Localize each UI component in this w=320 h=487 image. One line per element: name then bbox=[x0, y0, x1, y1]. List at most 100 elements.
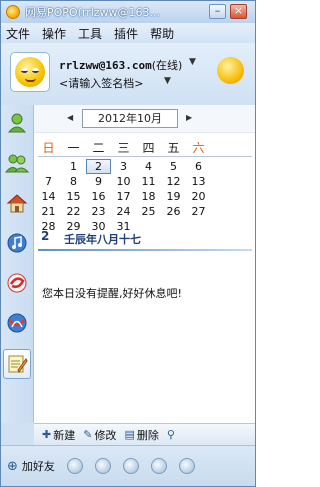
calendar-day[interactable]: 20 bbox=[186, 189, 211, 204]
next-month-icon[interactable]: ▶ bbox=[186, 113, 192, 122]
popo-window: 网易POPO(rrlzww@163... – × 文件 操作 工具 插件 帮助 … bbox=[0, 0, 256, 487]
calendar-day[interactable]: 7 bbox=[36, 174, 61, 189]
weekday-header: 日 一 二 三 四 五 六 bbox=[34, 139, 255, 155]
calendar-day[interactable]: 4 bbox=[136, 159, 161, 174]
sun-status-icon[interactable] bbox=[217, 57, 244, 84]
sidebar-calendar-button[interactable] bbox=[3, 349, 31, 379]
calendar-day[interactable]: 10 bbox=[111, 174, 136, 189]
red-swirl-icon bbox=[7, 273, 27, 293]
smiley-face-icon bbox=[15, 57, 45, 87]
account-email: rrlzww@163.com bbox=[59, 59, 152, 72]
add-friend-button[interactable]: ⊕ 加好友 bbox=[7, 458, 55, 474]
window-title: 网易POPO(rrlzww@163... bbox=[25, 6, 161, 19]
calendar-day[interactable]: 5 bbox=[161, 159, 186, 174]
calendar-day[interactable]: 16 bbox=[86, 189, 111, 204]
new-event-button[interactable]: ✚ 新建 bbox=[42, 427, 75, 443]
calendar-day[interactable]: 13 bbox=[186, 174, 211, 189]
lunar-divider bbox=[38, 249, 252, 251]
calendar-day[interactable]: 27 bbox=[186, 204, 211, 219]
weekday-mon: 一 bbox=[67, 141, 80, 155]
calendar-day[interactable]: 26 bbox=[161, 204, 186, 219]
weekday-thu: 四 bbox=[142, 141, 155, 155]
settings-gear-icon[interactable] bbox=[66, 458, 83, 474]
menu-help[interactable]: 帮助 bbox=[150, 25, 174, 42]
reminder-note: 您本日没有提醒,好好休息吧! bbox=[42, 287, 182, 300]
close-button[interactable]: × bbox=[230, 4, 247, 19]
weekday-tue: 二 bbox=[92, 141, 105, 155]
weekday-sat: 六 bbox=[192, 141, 205, 155]
month-selector[interactable]: 2012年10月 bbox=[82, 109, 178, 128]
calendar-day[interactable]: 12 bbox=[161, 174, 186, 189]
account-name: rrlzww@163.com(在线) bbox=[59, 57, 182, 73]
signature-dropdown-icon[interactable]: ▼ bbox=[164, 76, 171, 86]
menu-icon[interactable] bbox=[178, 458, 195, 474]
selected-day-number: 2 bbox=[41, 229, 50, 243]
calendar-day[interactable]: 22 bbox=[61, 204, 86, 219]
status-dropdown-icon[interactable]: ▼ bbox=[189, 57, 196, 67]
sidebar-home-button[interactable] bbox=[5, 191, 29, 215]
eye-icon bbox=[21, 68, 28, 73]
prev-month-icon[interactable]: ◀ bbox=[67, 113, 73, 122]
calendar-day[interactable]: 18 bbox=[136, 189, 161, 204]
calendar-day[interactable]: 17 bbox=[111, 189, 136, 204]
month-navigator: ◀ 2012年10月 ▶ bbox=[34, 105, 255, 133]
calendar-day[interactable]: 14 bbox=[36, 189, 61, 204]
avatar[interactable] bbox=[10, 52, 50, 92]
calendar-day[interactable]: 23 bbox=[86, 204, 111, 219]
plus-icon: ✚ bbox=[42, 428, 52, 441]
delete-event-button[interactable]: ▤ 删除 bbox=[124, 427, 158, 443]
calendar-day[interactable]: 1 bbox=[61, 159, 86, 174]
signature-field[interactable]: <请输入签名档> bbox=[59, 75, 143, 91]
group-icon bbox=[5, 154, 29, 173]
mouth-icon bbox=[25, 78, 36, 82]
smile-icon[interactable] bbox=[94, 458, 111, 474]
edit-event-button[interactable]: ✎ 修改 bbox=[83, 427, 116, 443]
left-sidebar bbox=[1, 105, 33, 423]
calendar-day[interactable]: 21 bbox=[36, 204, 61, 219]
calendar-day[interactable]: 24 bbox=[111, 204, 136, 219]
menu-tools[interactable]: 工具 bbox=[78, 25, 102, 42]
weekday-sun: 日 bbox=[42, 141, 55, 155]
calendar-day[interactable]: 19 bbox=[161, 189, 186, 204]
person-icon bbox=[7, 113, 27, 133]
calendar-action-bar: ✚ 新建 ✎ 修改 ▤ 删除 ⚲ bbox=[34, 423, 255, 445]
calendar-day-today[interactable]: 2 bbox=[86, 159, 111, 174]
edit-label: 修改 bbox=[94, 428, 117, 442]
calendar-day[interactable]: 8 bbox=[61, 174, 86, 189]
sidebar-mail-button[interactable] bbox=[5, 271, 29, 295]
menu-plugins[interactable]: 插件 bbox=[114, 25, 138, 42]
online-status[interactable]: (在线) bbox=[152, 59, 183, 72]
sidebar-groups-button[interactable] bbox=[5, 151, 29, 175]
sidebar-music-button[interactable] bbox=[5, 231, 29, 255]
calendar-day[interactable]: 3 bbox=[111, 159, 136, 174]
profile-panel: rrlzww@163.com(在线) ▼ <请输入签名档> ▼ bbox=[1, 43, 255, 105]
minimize-button[interactable]: – bbox=[209, 4, 226, 19]
calendar-panel: ◀ 2012年10月 ▶ 日 一 二 三 四 五 六 1 2 3 4 5 6 7 8 9 10 11… bbox=[33, 105, 255, 423]
footer-bar: ⊕ 加好友 bbox=[1, 445, 255, 486]
menu-bar: 文件 操作 工具 插件 帮助 bbox=[1, 23, 255, 43]
house-icon bbox=[6, 194, 28, 213]
add-friend-label: 加好友 bbox=[21, 460, 55, 473]
magnifier-plus-icon: ⊕ bbox=[7, 458, 18, 474]
trash-icon: ▤ bbox=[124, 428, 135, 441]
menu-operate[interactable]: 操作 bbox=[42, 25, 66, 42]
notepad-pencil-icon bbox=[8, 355, 28, 373]
calendar-day[interactable]: 15 bbox=[61, 189, 86, 204]
message-icon[interactable] bbox=[150, 458, 167, 474]
calendar-day[interactable]: 6 bbox=[186, 159, 211, 174]
weekday-fri: 五 bbox=[167, 141, 180, 155]
lunar-date: 壬辰年八月十七 bbox=[64, 233, 141, 246]
calendar-day[interactable]: 25 bbox=[136, 204, 161, 219]
globe-swirl-icon bbox=[7, 313, 27, 333]
calendar-day[interactable]: 11 bbox=[136, 174, 161, 189]
calendar-day[interactable]: 9 bbox=[86, 174, 111, 189]
eye-icon bbox=[32, 68, 39, 73]
music-icon bbox=[7, 233, 27, 253]
search-event-button[interactable]: ⚲ bbox=[167, 428, 177, 441]
menu-file[interactable]: 文件 bbox=[6, 25, 30, 42]
sidebar-contacts-button[interactable] bbox=[5, 111, 29, 135]
delete-label: 删除 bbox=[136, 428, 159, 442]
speaker-icon[interactable] bbox=[122, 458, 139, 474]
sidebar-browser-button[interactable] bbox=[5, 311, 29, 335]
title-bar[interactable]: 网易POPO(rrlzww@163... – × bbox=[1, 1, 255, 23]
